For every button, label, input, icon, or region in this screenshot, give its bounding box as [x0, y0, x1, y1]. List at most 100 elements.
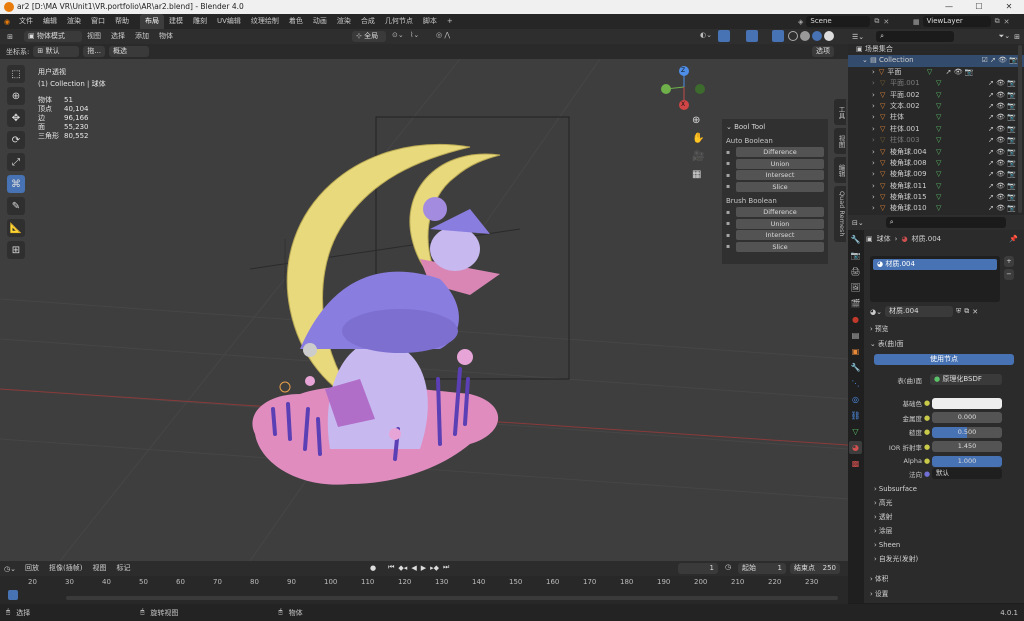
menu-playback[interactable]: 回放: [20, 561, 44, 576]
play-reverse-icon[interactable]: ◀: [411, 564, 416, 572]
cursor-tool-icon[interactable]: ⊕: [7, 87, 25, 105]
jump-end-icon[interactable]: ⏭: [443, 563, 449, 572]
scene-field[interactable]: Scene: [806, 16, 871, 27]
use-nodes-button[interactable]: 使用节点: [874, 354, 1014, 365]
view-layer-tab-icon[interactable]: 🖼: [849, 281, 862, 294]
tab-shading[interactable]: 着色: [284, 14, 308, 29]
unlink-icon[interactable]: ✕: [972, 308, 978, 316]
surface-section[interactable]: ⌄ 表(曲)面: [870, 337, 904, 351]
menu-keying[interactable]: 抠像(插帧): [44, 561, 87, 576]
pin-icon[interactable]: 📌: [1009, 235, 1018, 243]
start-frame-field[interactable]: 起始 1: [738, 563, 786, 574]
zoom-icon[interactable]: ⊕: [692, 115, 704, 126]
bsdf-field-value[interactable]: 0.000: [932, 412, 1002, 424]
coord-dropdown[interactable]: ⊞ 默认: [33, 46, 80, 57]
viewlayer-field[interactable]: ViewLayer: [922, 16, 991, 27]
outliner-item[interactable]: › ▽ 棱角球.008 ▽ ➚ 👁 📷: [848, 158, 1024, 169]
tab-tool[interactable]: 工具: [834, 99, 846, 125]
tool-tab-icon[interactable]: 🔧: [849, 233, 862, 246]
auto-union-button[interactable]: Union: [736, 158, 824, 169]
bsdf-field-value[interactable]: 0.500: [932, 426, 1002, 438]
outliner-item[interactable]: › ▽ 棱角球.011 ▽ ➚ 👁 📷: [848, 181, 1024, 192]
expand-arrow-icon[interactable]: ›: [872, 78, 880, 89]
outliner-item[interactable]: › ▽ 平面.002 ▽ ➚ 👁 📷: [848, 90, 1024, 101]
expand-arrow-icon[interactable]: ›: [872, 203, 880, 214]
xray-toggle-icon[interactable]: [772, 30, 784, 42]
bsdf-subsection[interactable]: › Subsurface: [874, 482, 918, 496]
drag-dropdown[interactable]: 拖...: [83, 46, 106, 57]
visibility-icon[interactable]: ◐⌄: [700, 31, 712, 39]
constraints-tab-icon[interactable]: ⛓: [849, 409, 862, 422]
expand-arrow-icon[interactable]: ›: [872, 147, 880, 158]
menu-edit[interactable]: 编辑: [38, 14, 62, 29]
expand-arrow-icon[interactable]: ›: [872, 192, 880, 203]
menu-render[interactable]: 渲染: [62, 14, 86, 29]
object-tab-icon[interactable]: ▣: [849, 345, 862, 358]
outliner-item[interactable]: › ▽ 文本.002 ▽ ➚ 👁 📷: [848, 101, 1024, 112]
outliner-item[interactable]: › ▽ 棱角球.015 ▽ ➚ 👁 📷: [848, 192, 1024, 203]
close-button[interactable]: ✕: [994, 0, 1024, 14]
outliner-item[interactable]: › ▽ 柱体.001 ▽ ➚ 👁 📷: [848, 124, 1024, 135]
auto-difference-button[interactable]: Difference: [736, 147, 824, 157]
menu-timeline-view[interactable]: 视图: [87, 561, 111, 576]
expand-arrow-icon[interactable]: ›: [872, 101, 880, 112]
expand-arrow-icon[interactable]: ›: [872, 112, 880, 123]
playhead[interactable]: [8, 590, 18, 600]
outliner-icon[interactable]: ☰⌄: [852, 33, 864, 41]
measure-tool-icon[interactable]: 📐: [7, 219, 25, 237]
expand-arrow-icon[interactable]: ›: [872, 135, 880, 146]
bsdf-field-value[interactable]: 1.450: [932, 441, 1002, 453]
pivot-icon[interactable]: ⊙⌄: [392, 31, 404, 39]
expand-arrow-icon[interactable]: ›: [872, 67, 879, 78]
restrict-icons[interactable]: ➚ 👁 📷: [946, 67, 982, 78]
tab-rendering[interactable]: 渲染: [332, 14, 356, 29]
tab-sculpting[interactable]: 雕刻: [188, 14, 212, 29]
new-collection-icon[interactable]: ⊞: [1014, 33, 1020, 41]
bool-panel-header[interactable]: ⌄ Bool Tool: [722, 119, 828, 135]
tab-uv-editing[interactable]: UV编辑: [212, 14, 246, 29]
volume-section[interactable]: › 体积: [870, 572, 888, 586]
expand-arrow-icon[interactable]: ›: [872, 181, 880, 192]
mode-dropdown[interactable]: ▣ 物体模式: [24, 31, 82, 42]
perspective-grid-icon[interactable]: ▦: [692, 169, 704, 180]
material-slot[interactable]: ◕ 材质.004: [873, 259, 997, 270]
outliner-item[interactable]: › ▽ 平面.001 ▽ ➚ 👁 📷: [848, 78, 1024, 89]
texture-tab-icon[interactable]: ▩: [849, 457, 862, 470]
menu-view[interactable]: 视图: [82, 29, 106, 44]
expand-arrow-icon[interactable]: ›: [872, 169, 880, 180]
jump-start-icon[interactable]: ⏮: [388, 563, 394, 572]
preview-section[interactable]: › 预览: [870, 322, 888, 336]
scale-tool-icon[interactable]: ⤢: [7, 153, 25, 171]
tab-edit[interactable]: 编辑: [834, 157, 846, 183]
settings-section[interactable]: › 设置: [870, 587, 888, 601]
render-tab-icon[interactable]: 📷: [849, 249, 862, 262]
material-browse-icon[interactable]: ◕⌄: [870, 308, 882, 316]
scene-tab-icon[interactable]: 🎬: [849, 297, 862, 310]
overlay-toggle-icon[interactable]: [746, 30, 758, 42]
minimize-button[interactable]: —: [934, 0, 964, 14]
properties-search-input[interactable]: ⌕: [885, 217, 1006, 228]
add-slot-button[interactable]: +: [1004, 256, 1014, 267]
menu-marker[interactable]: 标记: [111, 561, 135, 576]
end-frame-field[interactable]: 结束点 250: [790, 563, 840, 574]
transform-tool-icon[interactable]: ⌘: [7, 175, 25, 193]
editor-type-icon[interactable]: ⊞: [0, 33, 20, 41]
properties-editor-icon[interactable]: ⊟⌄: [852, 219, 864, 227]
bsdf-subsection[interactable]: › 自发光(发射): [874, 552, 918, 566]
bsdf-field-value[interactable]: 1.000: [932, 455, 1002, 467]
auto-intersect-button[interactable]: Intersect: [736, 170, 824, 180]
add-cube-tool-icon[interactable]: ⊞: [7, 241, 25, 259]
select-mode-dropdown[interactable]: 概选: [109, 46, 150, 57]
viewlayer-copy-icon[interactable]: ⧉: [995, 17, 1000, 26]
options-dropdown[interactable]: 选项: [812, 46, 834, 57]
surface-shader-field[interactable]: ● 原理化BSDF: [930, 374, 1002, 385]
tab-modeling[interactable]: 建模: [164, 14, 188, 29]
pan-hand-icon[interactable]: ✋: [692, 133, 704, 144]
filter-icon[interactable]: ⏷⌄: [999, 32, 1010, 41]
normal-value[interactable]: 默认: [932, 468, 1002, 479]
timeline-area[interactable]: 20 30 40 50 60 70 80 90 100 110 120 130 140 150 160 170…: [0, 576, 848, 604]
scene-delete-icon[interactable]: ✕: [883, 18, 889, 26]
tab-geometry-nodes[interactable]: 几何节点: [380, 14, 418, 29]
tab-quad-remesh[interactable]: Quad Remesh: [834, 186, 846, 242]
3d-viewport[interactable]: ⬚ ⊕ ✥ ⟳ ⤢ ⌘ ✎ 📐 ⊞ 用户透视 (1) Collection | …: [0, 59, 848, 561]
